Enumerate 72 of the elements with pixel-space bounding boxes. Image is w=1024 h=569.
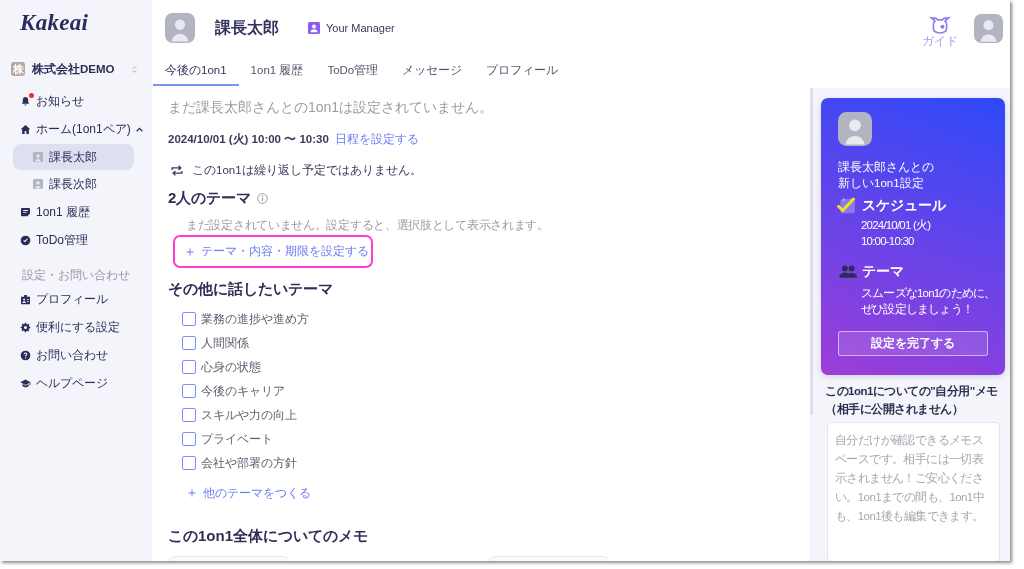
checkbox[interactable] xyxy=(182,456,196,470)
tab[interactable]: メッセージ xyxy=(390,56,475,86)
logo: Kakeai xyxy=(20,10,89,37)
nav-item[interactable]: 1on1 履歴 xyxy=(20,198,146,226)
theme-option[interactable]: 人間関係 xyxy=(182,331,249,355)
nav-item[interactable]: お問い合わせ xyxy=(20,341,146,369)
schedule-datetime: 2024/10/01 (火) 10:00 〜 10:30 xyxy=(168,131,329,147)
tab[interactable]: ToDo管理 xyxy=(315,56,391,86)
avatar-icon xyxy=(33,179,43,189)
notice-text: まだ課長太郎さんとの1on1は設定されていません。 xyxy=(168,98,494,117)
avatar-icon xyxy=(33,152,43,162)
id-badge-icon xyxy=(20,293,31,305)
step-title: テーマ xyxy=(862,262,904,280)
nav-item[interactable]: ヘルプページ xyxy=(20,369,146,397)
checkbox[interactable] xyxy=(182,432,196,446)
schedule-link[interactable]: 日程を設定する xyxy=(334,131,419,147)
add-theme-link[interactable]: 他のテーマをつくる xyxy=(188,481,311,505)
theme-option[interactable]: プライベート xyxy=(182,427,273,451)
section-label: 設定・お問い合わせ xyxy=(22,268,130,283)
memo-heading: この1on1についての"自分用"メモ（相手に公開されません） xyxy=(825,384,999,418)
graduation-cap-icon xyxy=(20,377,31,389)
theme-option[interactable]: 会社や部署の方針 xyxy=(182,451,297,475)
checkbox[interactable] xyxy=(182,336,196,350)
nav-item[interactable]: ホーム(1on1ペア) xyxy=(20,115,146,143)
nav-item[interactable]: 課長太郎 xyxy=(13,144,134,170)
help-icon xyxy=(20,349,31,361)
repeat-icon xyxy=(170,163,184,177)
checkbox[interactable] xyxy=(182,360,196,374)
section-title: この1on1全体についてのメモ xyxy=(168,526,368,546)
role-label: Your Manager xyxy=(326,22,395,34)
notepad-icon xyxy=(20,206,31,218)
nav-item[interactable]: ToDo管理 xyxy=(20,226,146,254)
step-detail: スムーズな1on1のために、ぜひ設定しましょう！ xyxy=(861,286,997,317)
section-title: 2人のテーマ xyxy=(168,188,252,208)
info-icon xyxy=(257,192,269,204)
checkbox[interactable] xyxy=(182,384,196,398)
avatar-icon xyxy=(165,13,195,43)
recurrence-text: この1on1は繰り返し予定ではありません。 xyxy=(192,162,422,178)
card-title: 課長太郎さんとの新しい1on1設定 xyxy=(838,160,935,191)
settings-icon xyxy=(20,321,31,333)
person-name: 課長太郎 xyxy=(215,17,279,38)
bell-icon xyxy=(20,95,31,107)
checkbox[interactable] xyxy=(182,312,196,326)
theme-option[interactable]: 心身の状態 xyxy=(182,355,261,379)
hint-text: まだ設定されていません。設定すると、選択肢として表示されます。 xyxy=(186,218,549,232)
up-down-chevron-icon xyxy=(130,63,139,75)
nav-item[interactable]: 課長次郎 xyxy=(13,171,134,197)
company-selector[interactable]: 株 株式会社DEMO xyxy=(11,57,139,81)
nav-item[interactable]: プロフィール xyxy=(20,285,146,313)
plus-icon xyxy=(186,247,194,256)
section-title: その他に話したいテーマ xyxy=(168,279,333,299)
tab[interactable]: プロフィール xyxy=(474,56,571,86)
theme-option[interactable]: スキルや力の向上 xyxy=(182,403,297,427)
step-detail: 2024/10/01 (火) 10:00-10:30 xyxy=(861,218,932,249)
complete-setup-button[interactable]: 設定を完了する xyxy=(838,331,988,356)
theme-option[interactable]: 業務の進捗や進め方 xyxy=(182,307,309,331)
theme-option[interactable]: 今後のキャリア xyxy=(182,379,285,403)
person-icon xyxy=(308,22,320,34)
memo-field[interactable]: 自分だけが確認できるメモスペースです。相手には一切表示されません！ご安心ください。1on1までの間も、1on1中も、1on1後も編集できます。 xyxy=(827,422,1000,561)
tab[interactable]: 今後の1on1 xyxy=(153,56,239,86)
tab[interactable]: 1on1 履歴 xyxy=(238,56,316,86)
avatar-icon xyxy=(838,112,872,146)
nav-item[interactable]: 便利にする設定 xyxy=(20,313,146,341)
add-theme-button[interactable]: テーマ・内容・期限を設定する xyxy=(186,244,369,259)
home-icon xyxy=(20,123,31,135)
mascot-icon xyxy=(929,14,951,34)
company-badge: 株 xyxy=(11,62,25,76)
checkbox[interactable] xyxy=(182,408,196,422)
nav-item[interactable]: お知らせ xyxy=(20,87,146,115)
avatar-icon xyxy=(974,13,1003,43)
plus-icon xyxy=(188,489,196,497)
step-title: スケジュール xyxy=(862,196,946,214)
